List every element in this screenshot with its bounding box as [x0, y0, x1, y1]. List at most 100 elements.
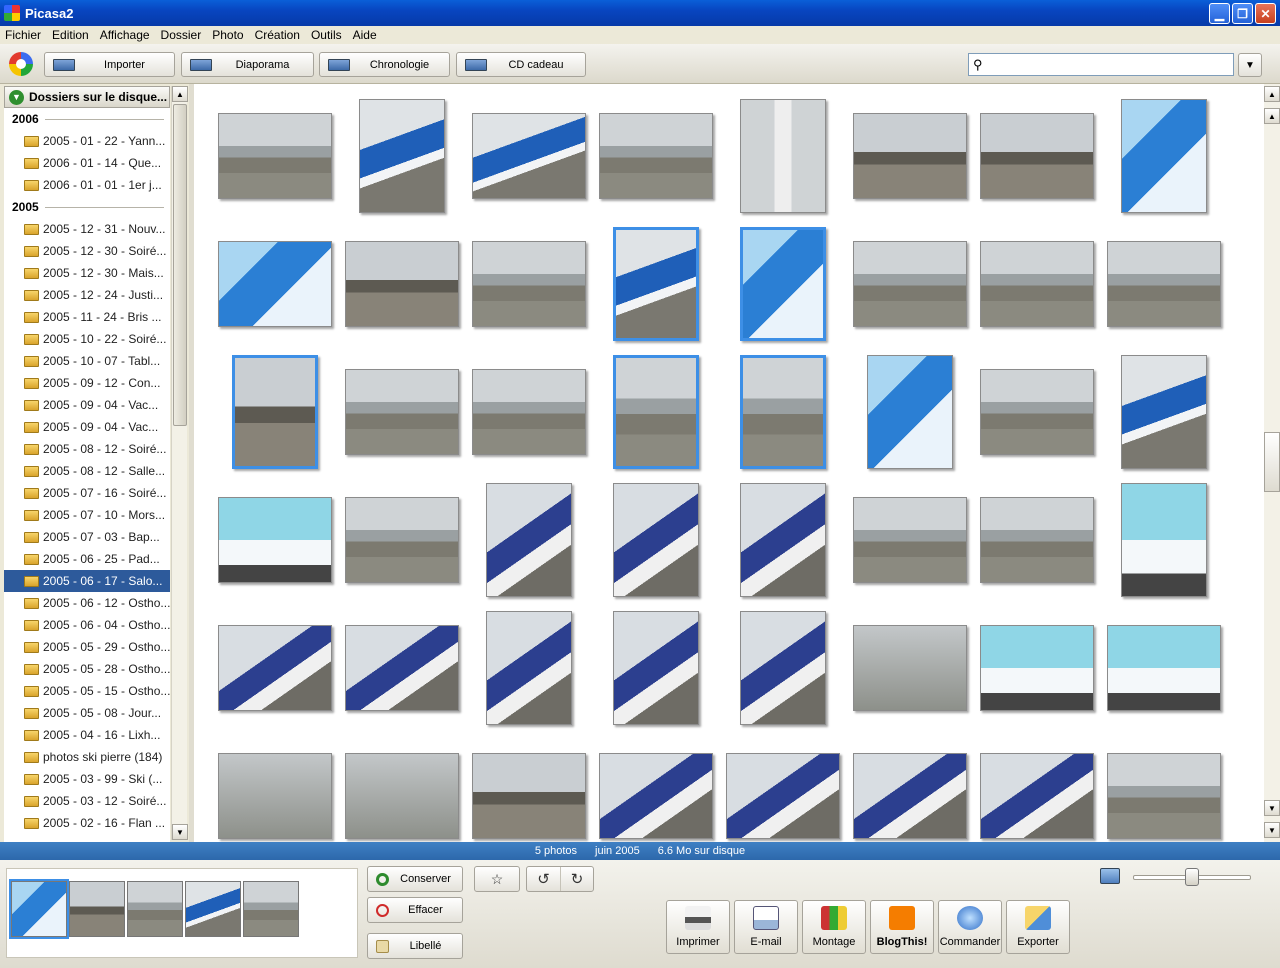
photo-thumbnail[interactable] — [218, 497, 332, 583]
scroll-up-arrow-icon[interactable]: ▲ — [172, 86, 188, 102]
folder-item[interactable]: 2005 - 07 - 16 - Soiré... — [4, 482, 170, 504]
page-down-arrow-icon[interactable]: ▼ — [1264, 822, 1280, 838]
folder-item[interactable]: 2005 - 06 - 25 - Pad... — [4, 548, 170, 570]
photo-thumbnail[interactable] — [218, 625, 332, 711]
photo-thumbnail[interactable] — [980, 497, 1094, 583]
photo-thumbnail[interactable] — [232, 355, 318, 469]
photo-thumbnail[interactable] — [613, 355, 699, 469]
photo-thumbnail[interactable] — [472, 241, 586, 327]
folder-item[interactable]: 2005 - 12 - 31 - Nouv... — [4, 218, 170, 240]
page-up-arrow-icon[interactable]: ▲ — [1264, 108, 1280, 124]
photo-thumbnail[interactable] — [599, 113, 713, 199]
search-options-button[interactable]: ▼ — [1238, 53, 1262, 77]
tray-thumbnail[interactable] — [9, 879, 69, 939]
photo-thumbnail[interactable] — [740, 355, 826, 469]
folder-item[interactable]: 2005 - 08 - 12 - Salle... — [4, 460, 170, 482]
folder-item[interactable]: 2005 - 05 - 29 - Ostho... — [4, 636, 170, 658]
photo-thumbnail[interactable] — [345, 369, 459, 455]
slideshow-button[interactable]: Diaporama — [181, 52, 314, 77]
order-prints-button[interactable]: Commander — [938, 900, 1002, 954]
folder-panel-header[interactable]: ▼ Dossiers sur le disque... — [4, 86, 170, 108]
folder-item[interactable]: 2005 - 05 - 15 - Ostho... — [4, 680, 170, 702]
photo-thumbnail[interactable] — [1107, 241, 1221, 327]
photo-thumbnail[interactable] — [980, 369, 1094, 455]
photo-thumbnail[interactable] — [740, 227, 826, 341]
menu-creation[interactable]: Création — [255, 28, 300, 42]
photo-thumbnail[interactable] — [980, 753, 1094, 839]
scrollbar-thumb[interactable] — [1264, 432, 1280, 492]
folder-scrollbar[interactable]: ▲ ▼ — [171, 86, 188, 840]
folder-item[interactable]: 2005 - 12 - 30 - Soiré... — [4, 240, 170, 262]
menu-fichier[interactable]: Fichier — [5, 28, 41, 42]
photo-thumbnail[interactable] — [345, 753, 459, 839]
photo-thumbnail[interactable] — [486, 483, 572, 597]
photo-thumbnail[interactable] — [359, 99, 445, 213]
menu-edition[interactable]: Edition — [52, 28, 89, 42]
rotate-left-icon[interactable]: ↺ — [527, 867, 560, 891]
photo-thumbnail[interactable] — [867, 355, 953, 469]
menu-photo[interactable]: Photo — [212, 28, 243, 42]
photo-thumbnail[interactable] — [599, 753, 713, 839]
photo-thumbnail[interactable] — [1121, 355, 1207, 469]
photo-thumbnail[interactable] — [980, 625, 1094, 711]
folder-item[interactable]: 2005 - 09 - 04 - Vac... — [4, 394, 170, 416]
folder-item[interactable]: 2005 - 05 - 08 - Jour... — [4, 702, 170, 724]
photo-thumbnail[interactable] — [1121, 483, 1207, 597]
folder-item[interactable]: 2005 - 07 - 10 - Mors... — [4, 504, 170, 526]
export-button[interactable]: Exporter — [1006, 900, 1070, 954]
close-button[interactable]: ✕ — [1255, 3, 1276, 24]
clear-button[interactable]: Effacer — [367, 897, 463, 923]
folder-item[interactable]: 2006 - 01 - 01 - 1er j... — [4, 174, 170, 196]
photo-thumbnail[interactable] — [472, 113, 586, 199]
maximize-button[interactable]: ❐ — [1232, 3, 1253, 24]
photo-thumbnail[interactable] — [345, 625, 459, 711]
folder-item[interactable]: 2005 - 07 - 03 - Bap... — [4, 526, 170, 548]
collapse-icon[interactable]: ▼ — [9, 89, 24, 105]
folder-item[interactable]: 2005 - 01 - 22 - Yann... — [4, 130, 170, 152]
photo-thumbnail[interactable] — [853, 753, 967, 839]
photo-thumbnail[interactable] — [218, 241, 332, 327]
minimize-button[interactable]: ▁ — [1209, 3, 1230, 24]
folder-item[interactable]: 2006 - 01 - 14 - Que... — [4, 152, 170, 174]
photo-thumbnail[interactable] — [218, 113, 332, 199]
photo-thumbnail[interactable] — [740, 611, 826, 725]
photo-thumbnail[interactable] — [740, 99, 826, 213]
collage-button[interactable]: Montage — [802, 900, 866, 954]
folder-item[interactable]: 2005 - 03 - 12 - Soiré... — [4, 790, 170, 812]
scroll-up-arrow-icon[interactable]: ▲ — [1264, 86, 1280, 102]
folder-item[interactable]: 2005 - 12 - 30 - Mais... — [4, 262, 170, 284]
folder-item[interactable]: 2005 - 04 - 16 - Lixh... — [4, 724, 170, 746]
print-button[interactable]: Imprimer — [666, 900, 730, 954]
photo-thumbnail[interactable] — [472, 753, 586, 839]
timeline-button[interactable]: Chronologie — [319, 52, 450, 77]
folder-item[interactable]: photos ski pierre (184) — [4, 746, 170, 768]
photo-thumbnail[interactable] — [853, 113, 967, 199]
photo-thumbnail[interactable] — [345, 497, 459, 583]
menu-dossier[interactable]: Dossier — [161, 28, 202, 42]
folder-item[interactable]: 2005 - 05 - 28 - Ostho... — [4, 658, 170, 680]
photo-thumbnail[interactable] — [613, 227, 699, 341]
folder-item[interactable]: 2005 - 12 - 24 - Justi... — [4, 284, 170, 306]
tray-thumbnail[interactable] — [69, 881, 125, 937]
rotate-right-icon[interactable]: ↻ — [560, 867, 593, 891]
photo-thumbnail[interactable] — [486, 611, 572, 725]
photo-thumbnail[interactable] — [853, 497, 967, 583]
menu-outils[interactable]: Outils — [311, 28, 342, 42]
folder-item[interactable]: 2005 - 08 - 12 - Soiré... — [4, 438, 170, 460]
email-button[interactable]: E-mail — [734, 900, 798, 954]
folder-item[interactable]: 2005 - 11 - 24 - Bris ... — [4, 306, 170, 328]
menu-affichage[interactable]: Affichage — [100, 28, 150, 42]
photo-thumbnail[interactable] — [218, 753, 332, 839]
folder-item[interactable]: 2005 - 06 - 04 - Ostho... — [4, 614, 170, 636]
folder-item[interactable]: 2005 - 06 - 12 - Ostho... — [4, 592, 170, 614]
menu-aide[interactable]: Aide — [353, 28, 377, 42]
picasa-logo-icon[interactable] — [9, 52, 33, 76]
photo-thumbnail[interactable] — [1107, 753, 1221, 839]
blogthis-button[interactable]: BlogThis! — [870, 900, 934, 954]
star-button[interactable]: ☆ — [474, 866, 520, 892]
import-button[interactable]: Importer — [44, 52, 175, 77]
folder-item[interactable]: 2005 - 10 - 22 - Soiré... — [4, 328, 170, 350]
folder-item[interactable]: 2005 - 02 - 16 - Flan ... — [4, 812, 170, 834]
photo-thumbnail[interactable] — [853, 625, 967, 711]
photo-thumbnail[interactable] — [980, 113, 1094, 199]
